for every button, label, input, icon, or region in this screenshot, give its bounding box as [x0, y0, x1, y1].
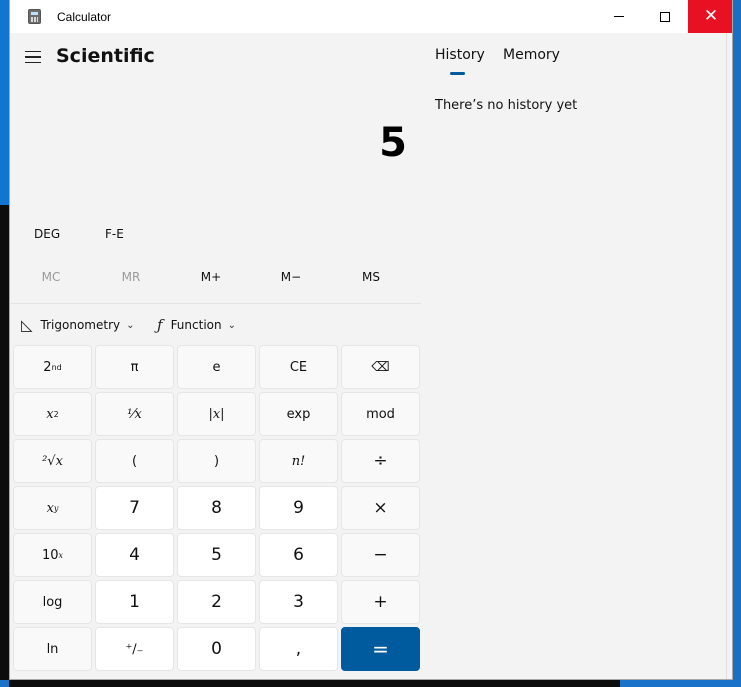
minimize-button[interactable]	[596, 0, 642, 33]
tab-memory[interactable]: Memory	[503, 47, 560, 63]
square-root-button[interactable]: ²√x	[13, 439, 92, 483]
divide-button[interactable]: ÷	[341, 439, 420, 483]
close-button[interactable]: ✕	[688, 0, 732, 33]
function-icon: ƒ	[157, 316, 163, 334]
triangle-icon: ◺	[21, 316, 33, 334]
power-button[interactable]: xy	[13, 486, 92, 530]
left-parenthesis-button[interactable]: (	[95, 439, 174, 483]
digit-3-button[interactable]: 3	[259, 580, 338, 624]
second-function-button[interactable]: 2nd	[13, 345, 92, 389]
fe-toggle[interactable]: F-E	[105, 227, 124, 241]
memory-row: MC MR M+ M− MS	[11, 262, 421, 292]
absolute-value-button[interactable]: |x|	[177, 392, 256, 436]
navigation-menu-button[interactable]	[23, 48, 43, 66]
digit-9-button[interactable]: 9	[259, 486, 338, 530]
clear-entry-button[interactable]: CE	[259, 345, 338, 389]
backspace-button[interactable]: ⌫	[341, 345, 420, 389]
digit-4-button[interactable]: 4	[95, 533, 174, 577]
memory-store-button[interactable]: MS	[331, 262, 411, 292]
maximize-button[interactable]	[642, 0, 688, 33]
digit-1-button[interactable]: 1	[95, 580, 174, 624]
history-empty-message: There’s no history yet	[435, 98, 578, 113]
digit-5-button[interactable]: 5	[177, 533, 256, 577]
trigonometry-dropdown[interactable]: ◺ Trigonometry ⌄	[21, 310, 135, 340]
trigonometry-label: Trigonometry	[40, 318, 121, 332]
desktop-background-right	[733, 0, 741, 687]
digit-8-button[interactable]: 8	[177, 486, 256, 530]
title-bar[interactable]: Calculator ✕	[10, 0, 732, 33]
background-terminal	[0, 205, 9, 687]
function-dropdown-row: ◺ Trigonometry ⌄ ƒ Function ⌄	[11, 310, 421, 340]
factorial-button[interactable]: n!	[259, 439, 338, 483]
calculator-window: Calculator ✕ Scientific 5 DEG F-E MC MR …	[9, 0, 733, 680]
maximize-icon	[660, 11, 670, 22]
calculator-app-icon	[28, 9, 41, 24]
modulo-button[interactable]: mod	[341, 392, 420, 436]
background-terminal-bottom	[9, 680, 620, 687]
chevron-down-icon: ⌄	[227, 319, 236, 331]
memory-clear-button[interactable]: MC	[11, 262, 91, 292]
divider	[11, 303, 421, 304]
right-parenthesis-button[interactable]: )	[177, 439, 256, 483]
subtract-button[interactable]: −	[341, 533, 420, 577]
close-icon: ✕	[703, 6, 719, 26]
digit-2-button[interactable]: 2	[177, 580, 256, 624]
equals-button[interactable]: =	[341, 627, 420, 671]
memory-recall-button[interactable]: MR	[91, 262, 171, 292]
page-title: Scientific	[56, 45, 155, 67]
panel-edge	[726, 33, 727, 679]
chevron-down-icon: ⌄	[126, 319, 135, 331]
log-button[interactable]: log	[13, 580, 92, 624]
digit-0-button[interactable]: 0	[177, 627, 256, 671]
square-button[interactable]: x2	[13, 392, 92, 436]
function-dropdown[interactable]: ƒ Function ⌄	[157, 310, 236, 340]
ten-power-button[interactable]: 10 x	[13, 533, 92, 577]
active-tab-indicator	[450, 72, 465, 75]
function-label: Function	[170, 318, 222, 332]
reciprocal-button[interactable]: ¹⁄x	[95, 392, 174, 436]
add-button[interactable]: +	[341, 580, 420, 624]
exp-button[interactable]: exp	[259, 392, 338, 436]
memory-add-button[interactable]: M+	[171, 262, 251, 292]
decimal-separator-button[interactable]: ,	[259, 627, 338, 671]
euler-button[interactable]: e	[177, 345, 256, 389]
digit-7-button[interactable]: 7	[95, 486, 174, 530]
backspace-icon: ⌫	[371, 359, 390, 375]
pi-button[interactable]: π	[95, 345, 174, 389]
natural-log-button[interactable]: ln	[13, 627, 92, 671]
result-display: 5	[379, 120, 407, 166]
minimize-icon	[614, 16, 624, 17]
memory-subtract-button[interactable]: M−	[251, 262, 331, 292]
window-title: Calculator	[57, 10, 112, 24]
hamburger-icon	[25, 50, 41, 53]
angle-unit-toggle[interactable]: DEG	[34, 227, 60, 241]
multiply-button[interactable]: ×	[341, 486, 420, 530]
digit-6-button[interactable]: 6	[259, 533, 338, 577]
negate-button[interactable]: ⁺∕₋	[95, 627, 174, 671]
tab-history[interactable]: History	[435, 47, 485, 63]
